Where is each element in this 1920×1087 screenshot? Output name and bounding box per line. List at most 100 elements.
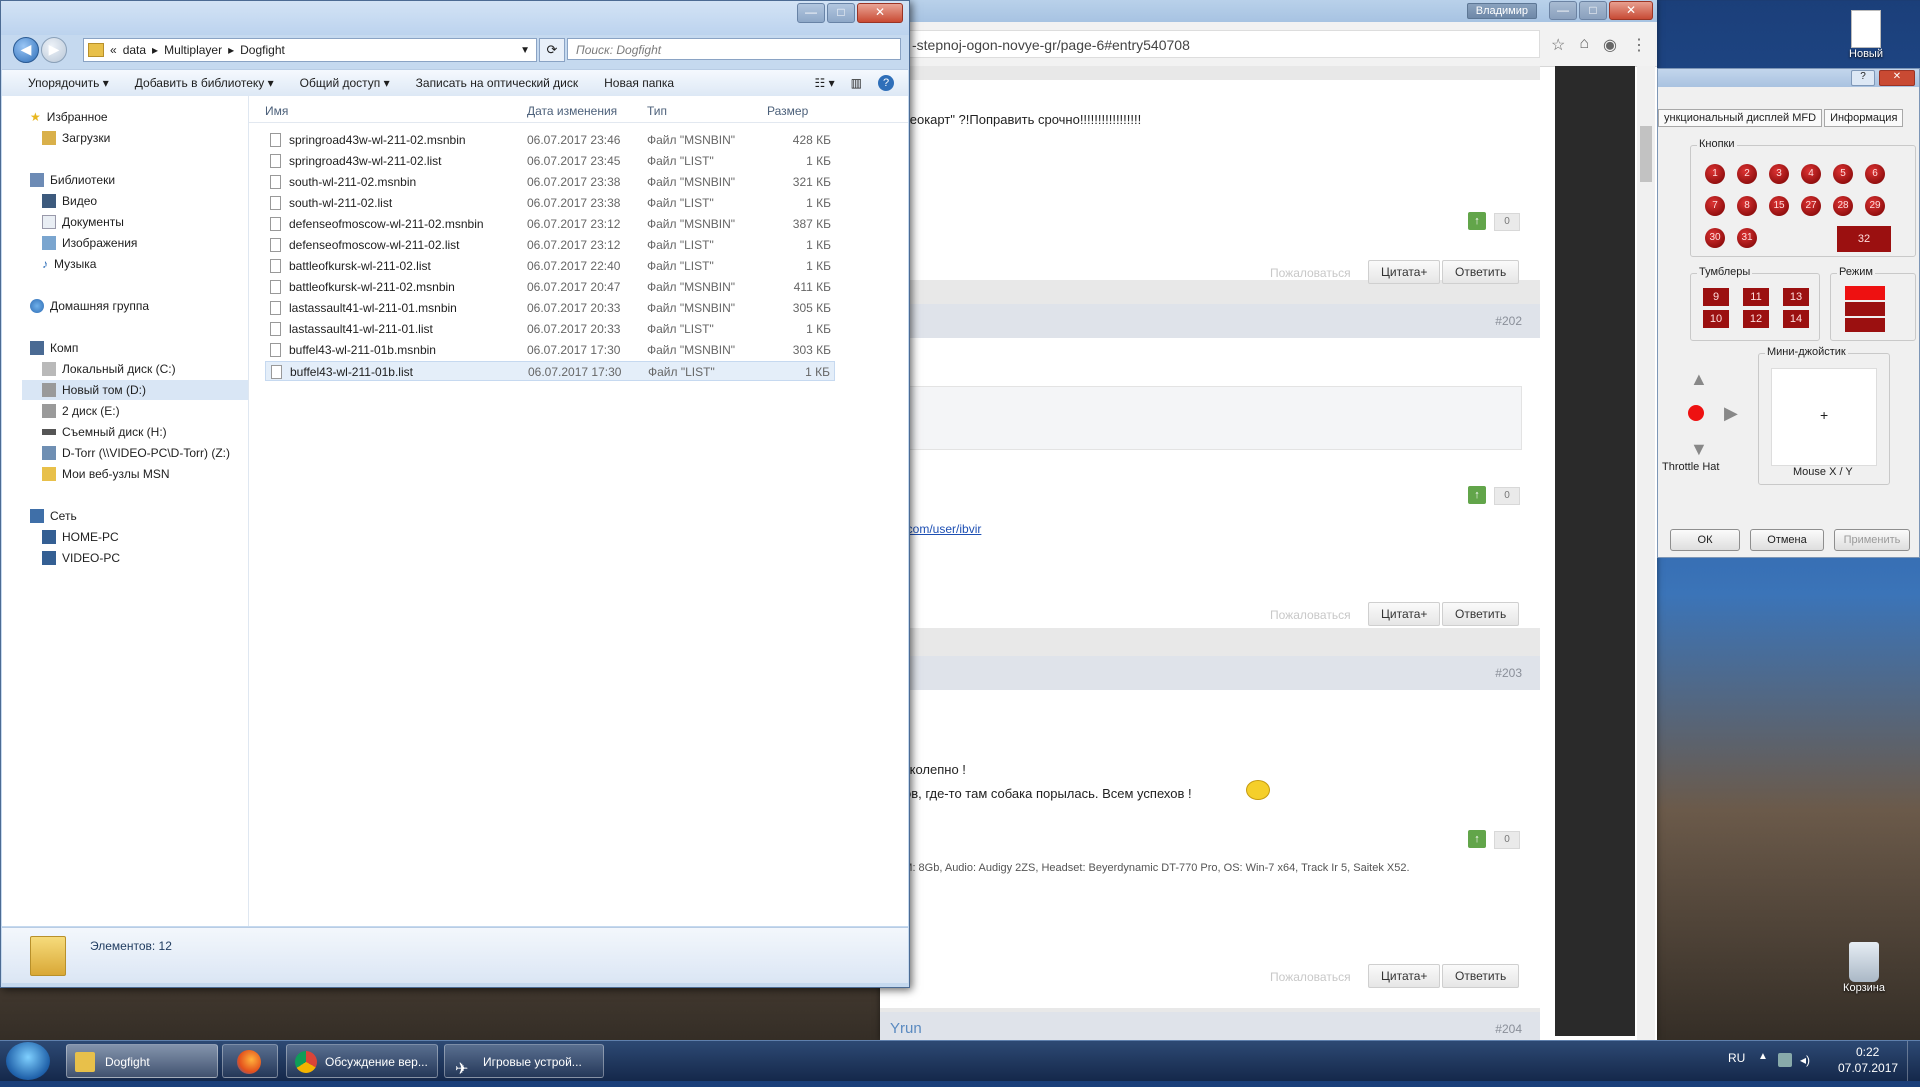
report-link[interactable]: Пожаловаться [1270, 608, 1351, 622]
breadcrumb[interactable]: « data ▸ Multiplayer ▸ Dogfight ▼ [83, 38, 537, 62]
post-number[interactable]: #204 [1495, 1022, 1522, 1036]
file-row[interactable]: buffel43-wl-211-01b.list 06.07.2017 17:30… [265, 361, 835, 381]
desktop-icon-recycle-bin[interactable]: Корзина [1830, 942, 1898, 994]
file-row[interactable]: battleofkursk-wl-211-02.msnbin 06.07.2017… [265, 277, 835, 297]
file-row[interactable]: south-wl-211-02.msnbin 06.07.2017 23:38 Фа… [265, 172, 835, 192]
taskbar-item-chrome[interactable]: Обсуждение вер... [286, 1044, 438, 1078]
reply-button[interactable]: Ответить [1442, 602, 1520, 626]
nav-favorites[interactable]: ★ Избранное [30, 110, 108, 124]
nav-video-pc[interactable]: VIDEO-PC [42, 551, 120, 565]
forward-button[interactable]: ▶ [41, 37, 67, 63]
nav-homegroup[interactable]: Домашняя группа [30, 299, 149, 313]
taskbar-item-game-controllers[interactable]: ✈ Игровые устрой... [444, 1044, 604, 1078]
tray-expand-icon[interactable]: ▲ [1758, 1051, 1768, 1062]
nav-computer[interactable]: Комп [30, 341, 78, 355]
preview-pane-icon[interactable]: ▥ [851, 76, 862, 90]
share-button[interactable]: Общий доступ ▾ [300, 76, 390, 90]
file-row[interactable]: battleofkursk-wl-211-02.list 06.07.2017 2… [265, 256, 835, 276]
nav-disk-h[interactable]: Съемный диск (H:) [42, 425, 167, 439]
clock-time[interactable]: 0:22 [1856, 1045, 1879, 1059]
post-number[interactable]: #202 [1495, 314, 1522, 328]
nav-disk-c[interactable]: Локальный диск (C:) [42, 362, 176, 376]
ok-button[interactable]: ОК [1670, 529, 1740, 551]
refresh-button[interactable]: ⟳ [539, 38, 565, 62]
post-number[interactable]: #203 [1495, 666, 1522, 680]
apply-button[interactable]: Применить [1834, 529, 1910, 551]
column-header-name[interactable]: Имя [265, 104, 288, 118]
file-row[interactable]: defenseofmoscow-wl-211-02.msnbin 06.07.20… [265, 214, 835, 234]
report-link[interactable]: Пожаловаться [1270, 266, 1351, 280]
bookmark-star-icon[interactable]: ☆ [1551, 35, 1565, 55]
new-folder-button[interactable]: Новая папка [604, 76, 674, 90]
desktop-icon-new[interactable]: Новый [1836, 10, 1896, 60]
maximize-button[interactable]: □ [1579, 1, 1607, 20]
column-header-type[interactable]: Тип [647, 104, 667, 118]
column-header-size[interactable]: Размер [767, 104, 808, 118]
scrollbar[interactable] [1637, 66, 1655, 1040]
breadcrumb-overflow[interactable]: « [110, 43, 117, 57]
organize-button[interactable]: Упорядочить ▾ [28, 76, 109, 90]
quote-button[interactable]: Цитата+ [1368, 964, 1441, 988]
nav-disk-e[interactable]: 2 диск (E:) [42, 404, 120, 418]
nav-images[interactable]: Изображения [42, 236, 137, 250]
back-button[interactable]: ◀ [13, 37, 39, 63]
upvote-button[interactable]: ↑ [1468, 486, 1486, 504]
tab-info[interactable]: Информация [1824, 109, 1904, 127]
nav-disk-d[interactable]: Новый том (D:) [22, 380, 248, 400]
nav-home-pc[interactable]: HOME-PC [42, 530, 119, 544]
column-header-date[interactable]: Дата изменения [527, 104, 617, 118]
network-tray-icon[interactable] [1778, 1053, 1792, 1067]
file-row[interactable]: lastassault41-wl-211-01.msnbin 06.07.2017… [265, 298, 835, 318]
nav-documents[interactable]: Документы [42, 215, 124, 229]
reply-button[interactable]: Ответить [1442, 964, 1520, 988]
clock-date[interactable]: 07.07.2017 [1838, 1061, 1898, 1075]
file-row[interactable]: lastassault41-wl-211-01.list 06.07.2017 2… [265, 319, 835, 339]
scrollbar-thumb[interactable] [1640, 126, 1652, 182]
view-options-icon[interactable]: ☷ ▾ [815, 76, 835, 90]
report-link[interactable]: Пожаловаться [1270, 970, 1351, 984]
help-icon[interactable]: ? [878, 75, 894, 91]
file-row[interactable]: springroad43w-wl-211-02.list 06.07.2017 2… [265, 151, 835, 171]
upvote-button[interactable]: ↑ [1468, 830, 1486, 848]
post-author[interactable]: Yrun [890, 1020, 922, 1037]
file-row[interactable]: defenseofmoscow-wl-211-02.list 06.07.2017… [265, 235, 835, 255]
upvote-button[interactable]: ↑ [1468, 212, 1486, 230]
quote-button[interactable]: Цитата+ [1368, 602, 1441, 626]
breadcrumb-item-multiplayer[interactable]: Multiplayer [164, 43, 222, 57]
url-field[interactable]: -stepnoj-ogon-novye-gr/page-6#entry54070… [880, 30, 1540, 58]
close-button[interactable]: ✕ [1879, 70, 1915, 86]
minimize-button[interactable]: — [1549, 1, 1577, 20]
menu-dots-icon[interactable]: ⋮ [1631, 35, 1647, 55]
reply-button[interactable]: Ответить [1442, 260, 1520, 284]
language-indicator[interactable]: RU [1728, 1051, 1745, 1065]
extension-icon[interactable]: ⌂ [1579, 35, 1589, 55]
file-row[interactable]: buffel43-wl-211-01b.msnbin 06.07.2017 17:… [265, 340, 835, 360]
file-row[interactable]: springroad43w-wl-211-02.msnbin 06.07.2017… [265, 130, 835, 150]
file-row[interactable]: south-wl-211-02.list 06.07.2017 23:38 Файл… [265, 193, 835, 213]
profile-badge[interactable]: Владимир [1466, 3, 1537, 19]
nav-network[interactable]: Сеть [30, 509, 77, 523]
nav-disk-z[interactable]: D-Torr (\\VIDEO-PC\D-Torr) (Z:) [42, 446, 230, 460]
maximize-button[interactable]: □ [827, 3, 855, 23]
close-button[interactable]: ✕ [1609, 1, 1653, 20]
nav-downloads[interactable]: Загрузки [42, 131, 110, 145]
add-to-library-button[interactable]: Добавить в библиотеку ▾ [135, 76, 274, 90]
taskbar-item-firefox[interactable] [222, 1044, 278, 1078]
search-input[interactable]: Поиск: Dogfight [567, 38, 901, 60]
tab-mfd[interactable]: ункциональный дисплей MFD [1658, 109, 1823, 127]
quote-button[interactable]: Цитата+ [1368, 260, 1441, 284]
nav-music[interactable]: ♪ Музыка [42, 257, 96, 271]
nav-libraries[interactable]: Библиотеки [30, 173, 115, 187]
show-desktop-button[interactable] [1907, 1041, 1920, 1081]
volume-tray-icon[interactable]: ◂) [1800, 1053, 1810, 1067]
breadcrumb-item-data[interactable]: data [123, 43, 146, 57]
help-button[interactable]: ? [1851, 70, 1875, 86]
breadcrumb-item-dogfight[interactable]: Dogfight [240, 43, 285, 57]
cancel-button[interactable]: Отмена [1750, 529, 1824, 551]
taskbar-item-explorer[interactable]: Dogfight [66, 1044, 218, 1078]
nav-msn[interactable]: Мои веб-узлы MSN [42, 467, 169, 481]
chevron-down-icon[interactable]: ▼ [520, 45, 530, 56]
nav-video[interactable]: Видео [42, 194, 97, 208]
extension-circle-icon[interactable]: ◉ [1603, 35, 1617, 55]
minimize-button[interactable]: — [797, 3, 825, 23]
